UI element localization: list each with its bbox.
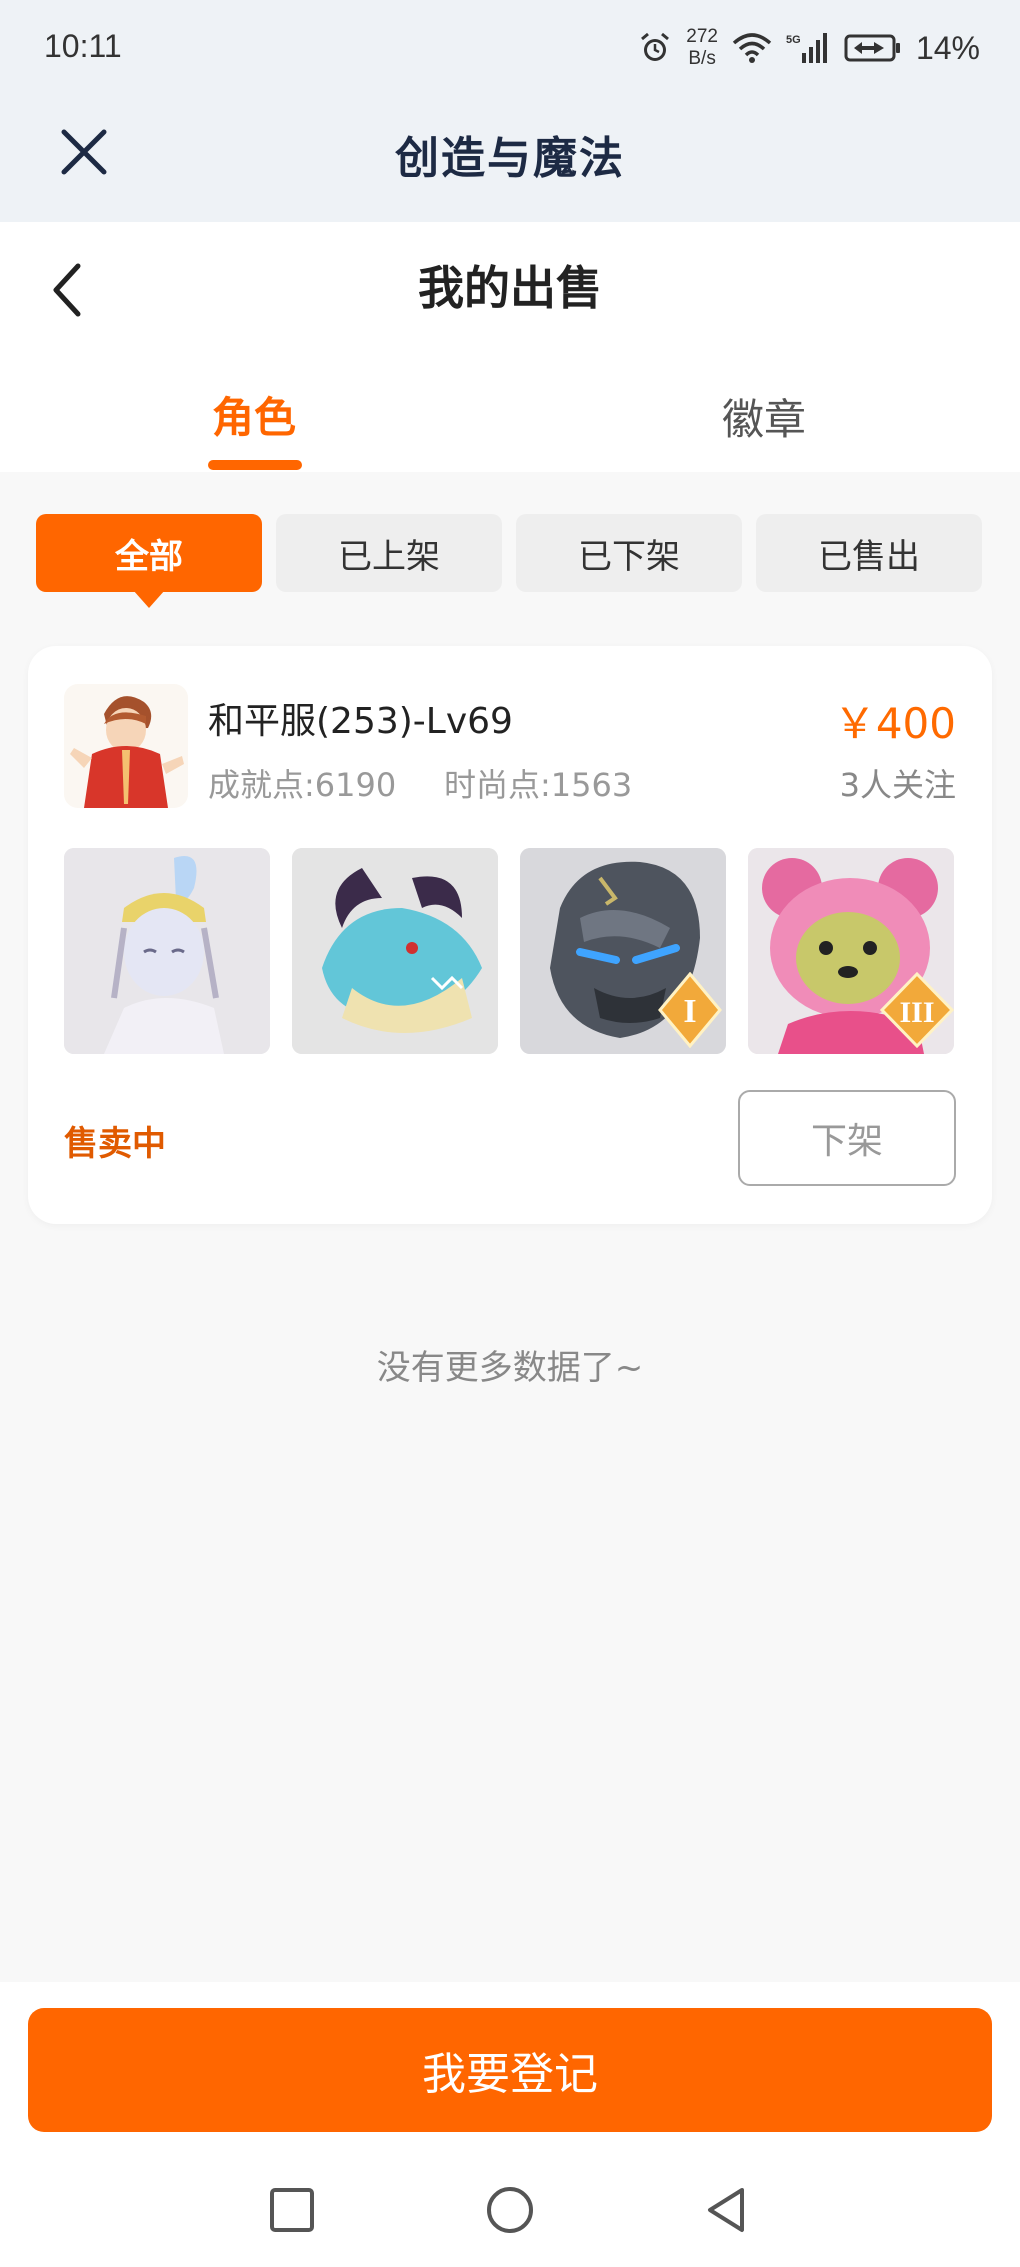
status-time: 10:11 [44, 28, 122, 64]
thumbnail-row: I III [64, 848, 956, 1056]
system-nav-bar [0, 2180, 1020, 2260]
achievement-points: 成就点:6190 [208, 766, 397, 804]
listing-status: 售卖中 [64, 1124, 166, 1164]
filter-sold[interactable]: 已售出 [756, 514, 982, 592]
recent-apps-icon[interactable] [262, 2180, 322, 2240]
page-header: 我的出售 角色 徽章 [0, 222, 1020, 472]
tier-badge-icon: III [880, 972, 954, 1048]
tier-badge-icon: I [658, 972, 722, 1048]
no-more-data-text: 没有更多数据了~ [376, 1348, 644, 1388]
app-title: 创造与魔法 [395, 133, 625, 184]
back-nav-icon[interactable] [696, 2180, 756, 2240]
active-filter-pointer [133, 590, 165, 608]
delist-button[interactable]: 下架 [738, 1090, 956, 1186]
tier-badge-label: I [683, 993, 696, 1030]
home-icon[interactable] [480, 2180, 540, 2240]
thumbnail-pink-bear[interactable]: III [748, 848, 954, 1054]
fairy-costume-image [64, 848, 270, 1054]
alarm-icon [641, 32, 670, 61]
network-speed-unit: B/s [688, 48, 716, 69]
register-button[interactable]: 我要登记 [28, 2008, 992, 2132]
filter-listed[interactable]: 已上架 [276, 514, 502, 592]
listing-title: 和平服(253)-Lv69 [208, 701, 513, 742]
app-bar: 创造与魔法 [0, 98, 1020, 222]
tab-badge[interactable]: 徽章 [614, 386, 914, 447]
page-title: 我的出售 [418, 261, 602, 315]
fashion-points: 时尚点:1563 [444, 766, 633, 804]
network-speed-value: 272 [686, 26, 718, 47]
filter-all[interactable]: 全部 [36, 514, 262, 592]
battery-icon [844, 34, 900, 62]
battery-percent: 14% [915, 29, 980, 66]
listing-price: ￥400 [833, 699, 956, 748]
dragon-mount-image [292, 848, 498, 1054]
top-area: 10:11 272 B/s 5G 14% 创造与魔法 [0, 0, 1020, 222]
listing-card[interactable]: 和平服(253)-Lv69 成就点:6190 时尚点:1563 ￥400 3人关… [28, 646, 992, 1224]
network-speed: 272 B/s [686, 26, 718, 70]
tab-role[interactable]: 角色 [104, 384, 404, 445]
thumbnail-stone-golem[interactable]: I [520, 848, 726, 1054]
status-bar: 10:11 272 B/s 5G 14% [0, 0, 1020, 98]
wifi-icon [732, 33, 772, 63]
character-avatar [64, 684, 188, 808]
filter-delisted[interactable]: 已下架 [516, 514, 742, 592]
status-icons: 272 B/s 5G 14% [638, 22, 980, 74]
character-avatar-image [64, 684, 188, 808]
follower-count: 3人关注 [839, 766, 956, 804]
active-tab-indicator [208, 460, 302, 470]
filter-chips: 全部 已上架 已下架 已售出 [36, 514, 984, 608]
bottom-area: 我要登记 [0, 1982, 1020, 2267]
tier-badge-label: III [899, 996, 934, 1029]
signal-5g-icon: 5G [786, 33, 827, 63]
svg-text:5G: 5G [786, 34, 801, 46]
tab-bar: 角色 徽章 [0, 372, 1020, 472]
thumbnail-fairy-costume[interactable] [64, 848, 270, 1054]
thumbnail-dragon-mount[interactable] [292, 848, 498, 1054]
